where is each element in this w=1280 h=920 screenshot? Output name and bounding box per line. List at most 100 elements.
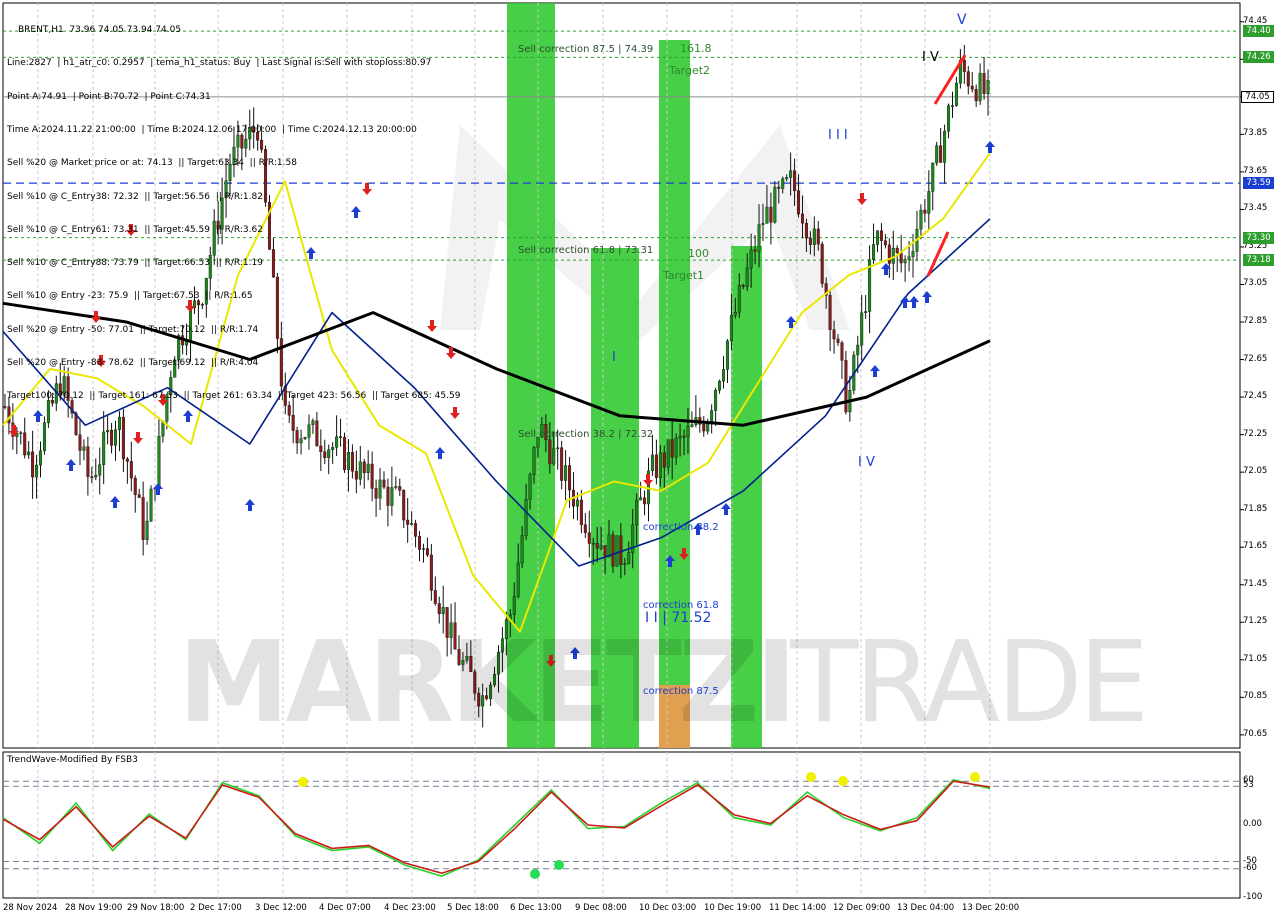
indicator-tick: 53 xyxy=(1243,780,1254,791)
price-tick: 71.65 xyxy=(1243,541,1268,552)
candle-body xyxy=(42,422,46,452)
candle-body xyxy=(619,535,623,565)
candle-body xyxy=(429,554,433,591)
candle-body xyxy=(437,603,441,615)
price-tick: 71.45 xyxy=(1243,578,1268,589)
candle-body xyxy=(978,73,982,102)
candle-body xyxy=(927,191,931,214)
info-line: Sell %20 @ Entry -50: 77.01 || Target:70… xyxy=(7,324,259,335)
candle-body xyxy=(433,590,437,604)
candle-body xyxy=(982,73,986,94)
candle-body xyxy=(102,431,106,465)
candle-body xyxy=(402,490,406,521)
candle-body xyxy=(781,178,785,189)
wave-v-label: V xyxy=(957,12,967,28)
indicator-tick: 0.00 xyxy=(1243,819,1262,829)
candle-body xyxy=(666,439,670,468)
price-tick: 72.85 xyxy=(1243,316,1268,327)
candle-body xyxy=(793,170,797,191)
candle-body xyxy=(733,312,737,316)
candle-body xyxy=(564,465,568,481)
correction-zone xyxy=(659,40,690,685)
candle-body xyxy=(350,452,354,472)
candle-body xyxy=(702,424,706,432)
candle-body xyxy=(879,230,883,241)
time-tick: 9 Dec 08:00 xyxy=(575,903,627,913)
candle-body xyxy=(441,607,445,615)
price-tick: 71.85 xyxy=(1243,503,1268,514)
price-tick: 73.85 xyxy=(1243,128,1268,139)
candle-body xyxy=(753,249,757,252)
candle-body xyxy=(516,562,520,597)
candle-body xyxy=(3,406,7,408)
candle-body xyxy=(386,486,390,506)
candle-body xyxy=(35,464,39,478)
price-badge: 74.40 xyxy=(1243,25,1274,38)
candle-body xyxy=(943,130,947,163)
candle-body xyxy=(556,447,560,449)
symbol-ohlc: BRENT,H1 73.96 74.05 73.94 74.05 xyxy=(18,25,182,36)
candle-body xyxy=(662,452,666,468)
candle-body xyxy=(390,487,394,506)
candle-body xyxy=(410,523,414,525)
overbought-dot xyxy=(806,772,816,782)
candle-body xyxy=(560,447,564,481)
candle-body xyxy=(532,447,536,476)
candle-body xyxy=(575,499,579,507)
candle-body xyxy=(418,536,422,550)
candle-body xyxy=(339,436,343,438)
time-tick: 10 Dec 03:00 xyxy=(639,903,697,913)
candle-body xyxy=(970,85,974,90)
candle-body xyxy=(974,89,978,102)
candle-body xyxy=(690,424,694,427)
watermark-left: MARKETZI xyxy=(178,618,797,748)
candle-body xyxy=(674,437,678,458)
candle-body xyxy=(27,451,31,456)
sell-correction-382-label: Sell correction 38.2 | 72.32 xyxy=(518,429,654,440)
candle-body xyxy=(331,447,335,450)
candle-body xyxy=(737,285,741,313)
candle-body xyxy=(603,545,607,558)
candle-body xyxy=(643,497,647,505)
time-tick: 12 Dec 09:00 xyxy=(833,903,891,913)
candle-body xyxy=(840,342,844,361)
candle-body xyxy=(856,344,860,356)
candle-body xyxy=(919,209,923,230)
candle-body xyxy=(899,252,903,264)
price-tick: 70.65 xyxy=(1243,728,1268,739)
price-tick: 72.65 xyxy=(1243,353,1268,364)
candle-body xyxy=(670,439,674,458)
price-badge: 73.59 xyxy=(1243,177,1274,190)
price-tick: 71.25 xyxy=(1243,616,1268,627)
candle-body xyxy=(611,534,615,567)
watermark-right: TRADE xyxy=(790,618,1149,748)
candle-body xyxy=(745,267,749,287)
candle-body xyxy=(425,548,429,556)
candle-body xyxy=(725,340,729,370)
candle-body xyxy=(39,450,43,466)
candle-body xyxy=(346,452,350,471)
time-tick: 28 Nov 2024 xyxy=(3,903,58,913)
candle-body xyxy=(587,532,591,544)
candle-body xyxy=(358,461,362,480)
candle-body xyxy=(804,222,808,239)
time-tick: 5 Dec 18:00 xyxy=(447,903,499,913)
candle-body xyxy=(907,256,911,260)
wave-iv-top-label: I V xyxy=(922,50,939,65)
candle-body xyxy=(343,437,347,471)
candle-body xyxy=(295,430,299,444)
candle-body xyxy=(157,436,161,489)
candle-body xyxy=(686,426,690,438)
candle-body xyxy=(335,436,339,448)
candle-body xyxy=(382,479,386,488)
candle-body xyxy=(797,190,801,215)
wave-i-label: I xyxy=(612,350,616,365)
oversold-dot xyxy=(554,860,564,870)
candle-body xyxy=(299,438,303,444)
candle-body xyxy=(319,445,323,453)
info-line: Sell %10 @ C_Entry38: 72.32 || Target:56… xyxy=(7,191,263,202)
candle-body xyxy=(137,494,141,498)
candle-body xyxy=(935,145,939,164)
candle-body xyxy=(145,520,149,540)
wave-ii-label: I I | 71.52 xyxy=(645,610,712,626)
